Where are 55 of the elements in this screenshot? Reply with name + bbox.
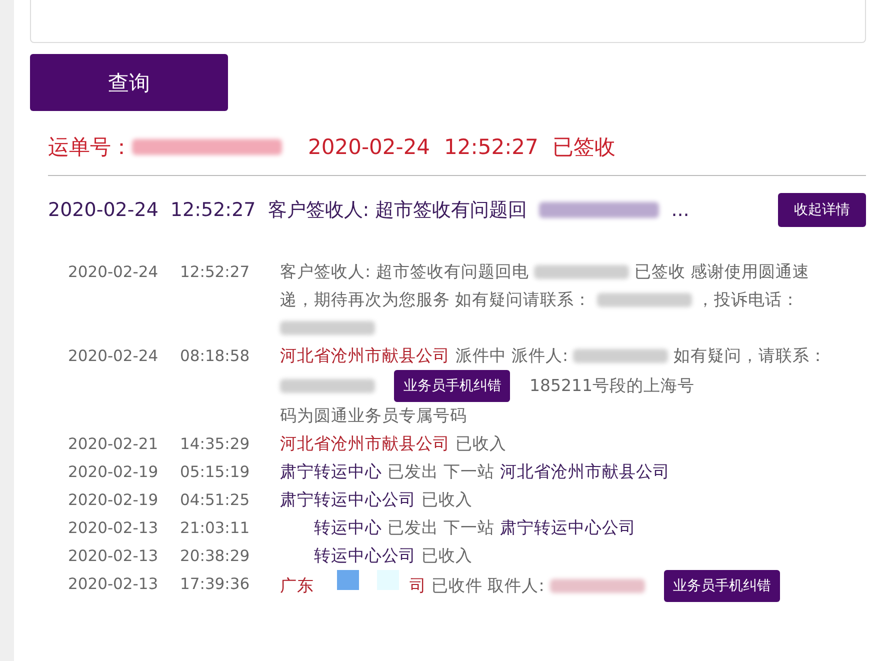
event-date: 2020-02-24 xyxy=(68,346,160,367)
event-text: 问，请联系： xyxy=(724,345,827,367)
cover-patch xyxy=(337,570,400,590)
waybill-time: 12:52:27 xyxy=(444,135,538,159)
event-date: 2020-02-19 xyxy=(68,490,160,511)
branch-link[interactable]: 广东 xyxy=(280,572,314,600)
event-text: 客户签收人: 超市签收有问题回电 xyxy=(280,261,529,283)
summary-date: 2020-02-24 xyxy=(48,199,158,221)
event-text: 如有疑 xyxy=(674,345,725,367)
event-date: 2020-02-13 xyxy=(68,518,160,539)
event-text: 递，期待再次为您服务 如有疑问请联系： xyxy=(280,289,592,311)
event-date: 2020-02-13 xyxy=(68,546,160,567)
event-text: 已收入 xyxy=(455,433,506,455)
waybill-status: 已签收 xyxy=(552,134,616,161)
event-text: 派件中 派件人: xyxy=(455,345,568,367)
event-text: 已发出 下一站 xyxy=(387,517,494,539)
hub-link[interactable]: 转运中心公司 xyxy=(314,542,416,570)
hub-link[interactable]: 肃宁转运中心 xyxy=(280,458,382,486)
report-phone-error-button[interactable]: 业务员手机纠错 xyxy=(394,370,510,402)
event-text: 已收件 取件人: xyxy=(432,574,544,597)
ellipsis: ... xyxy=(671,199,690,221)
event-text: 185211号段的上海号 xyxy=(530,374,694,397)
query-button[interactable]: 查询 xyxy=(30,54,228,111)
event-time: 08:18:58 xyxy=(180,346,251,367)
hub-link[interactable]: 肃宁转运中心公司 xyxy=(280,486,416,514)
event-text: 已收入 xyxy=(421,545,472,567)
waybill-date: 2020-02-24 xyxy=(308,135,430,159)
event-time: 12:52:27 xyxy=(180,262,251,283)
event-date: 2020-02-19 xyxy=(68,462,160,483)
event-time: 05:15:19 xyxy=(180,462,251,483)
summary-text: 客户签收人: 超市签收有问题回 xyxy=(268,198,528,223)
report-phone-error-button[interactable]: 业务员手机纠错 xyxy=(664,570,780,602)
hub-link[interactable]: 河北省沧州市献县公司 xyxy=(500,458,670,486)
waybill-label: 运单号： xyxy=(48,134,132,161)
event-text: 已发出 下一站 xyxy=(387,461,494,483)
summary-time: 12:52:27 xyxy=(170,199,256,221)
event-text: 已收入 xyxy=(421,489,472,511)
hub-link[interactable]: 转运中心 xyxy=(314,514,382,542)
event-date: 2020-02-24 xyxy=(68,262,160,283)
event-time: 21:03:11 xyxy=(180,518,251,539)
branch-link[interactable]: 河北省沧州市献县公司 xyxy=(280,430,450,458)
hub-link[interactable]: 肃宁转运中心公司 xyxy=(500,514,636,542)
event-text: 码为圆通业务员专属号码 xyxy=(280,405,467,427)
event-text: ，投诉电话： xyxy=(696,289,799,311)
event-time: 17:39:36 xyxy=(180,574,251,595)
event-time: 04:51:25 xyxy=(180,490,251,511)
event-time: 20:38:29 xyxy=(180,546,251,567)
event-text: 已签收 感谢使用圆通速 xyxy=(634,261,810,283)
branch-link[interactable]: 司 xyxy=(409,572,426,600)
event-date: 2020-02-13 xyxy=(68,574,160,595)
event-time: 14:35:29 xyxy=(180,434,251,455)
collapse-details-button[interactable]: 收起详情 xyxy=(778,193,866,227)
branch-link[interactable]: 河北省沧州市献县公司 xyxy=(280,342,450,370)
event-date: 2020-02-21 xyxy=(68,434,160,455)
input-field[interactable] xyxy=(30,0,866,43)
